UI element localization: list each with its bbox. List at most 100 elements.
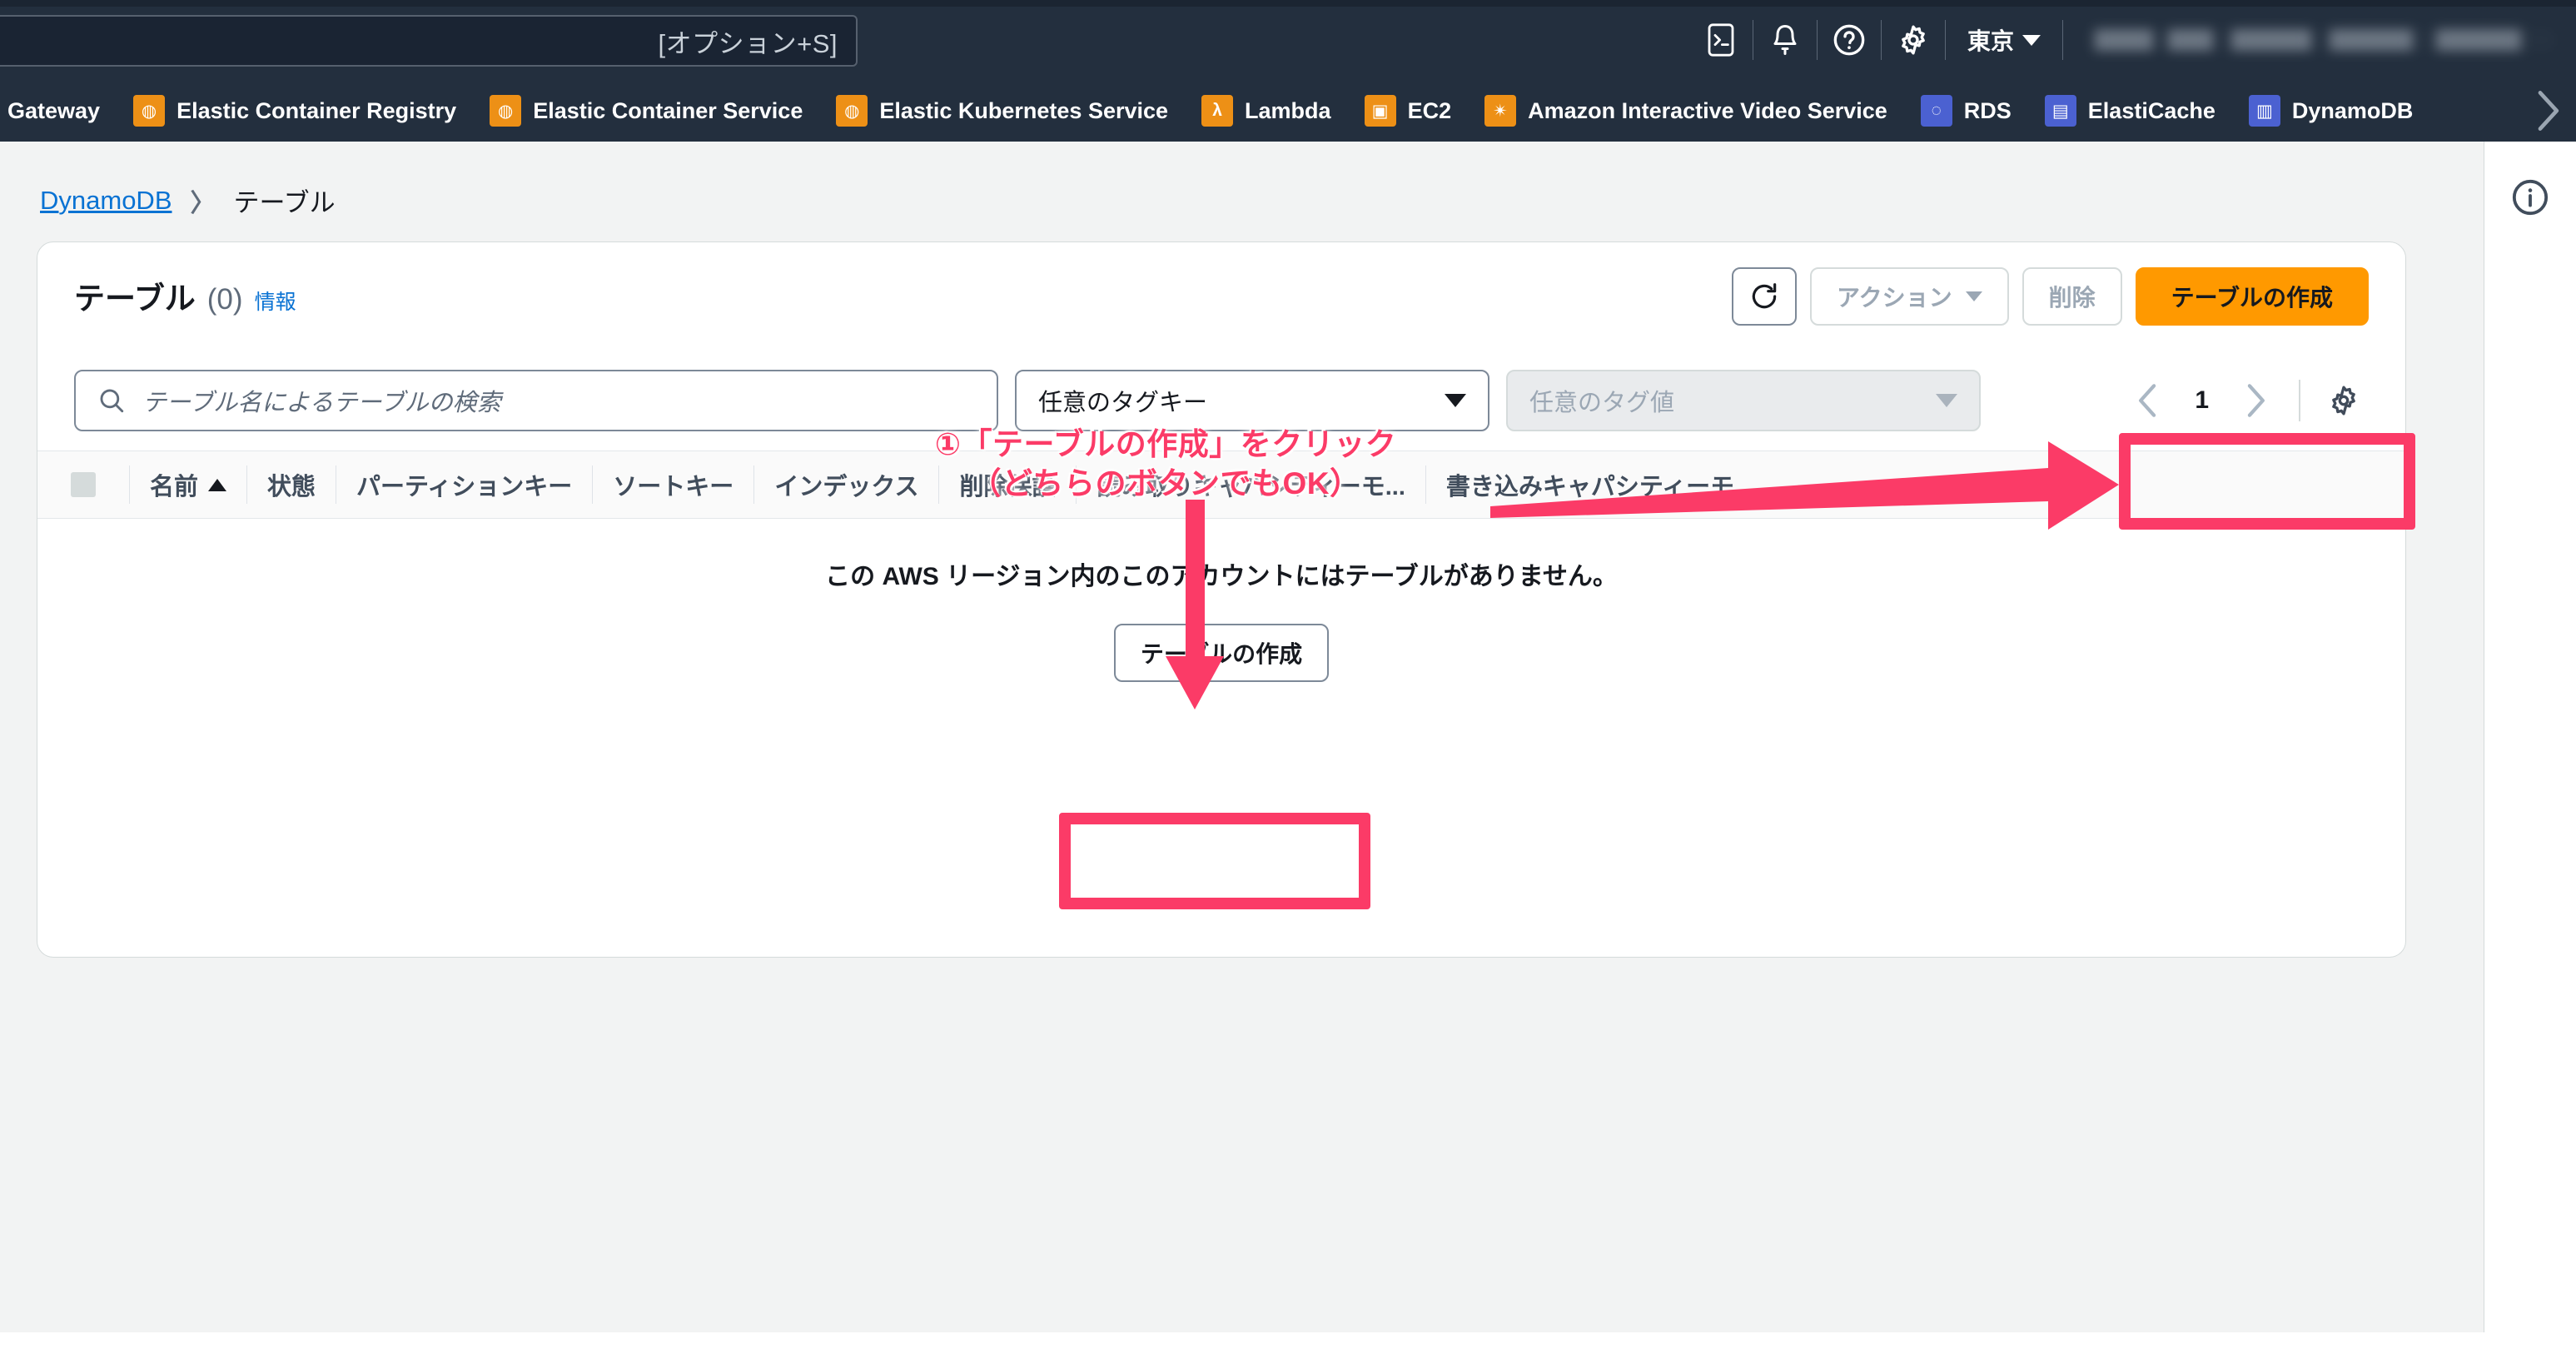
ecr-service-icon: ◍: [133, 95, 166, 127]
chevron-down-icon: [2022, 34, 2041, 46]
annotation-text: ①「テーブルの作成」をクリック （どちらのボタンでもOK）: [849, 425, 1482, 504]
empty-state: この AWS リージョン内のこのアカウントにはテーブルがありません。 テーブルの…: [37, 519, 2405, 719]
gear-icon[interactable]: [1882, 0, 1945, 80]
table-count: (0): [206, 283, 243, 316]
column-header-label: 書き込みキャパシティーモ...: [1445, 474, 1755, 500]
lambda-service-icon: λ: [1201, 95, 1234, 127]
service-nav-item-amazon-interactive-video-service[interactable]: ✴ Amazon Interactive Video Service: [1468, 80, 1904, 142]
service-nav-item-api-gateway[interactable]: PI Gateway: [0, 80, 117, 142]
cloudshell-icon[interactable]: [1689, 0, 1753, 80]
service-nav-item-dynamodb[interactable]: ▥ DynamoDB: [2232, 80, 2430, 142]
breadcrumb-item-tables: テーブル: [233, 188, 336, 217]
global-search-shortcut-hint: [オプション+S]: [658, 28, 838, 58]
elasticache-service-icon: ▤: [2044, 95, 2076, 127]
service-nav-item-elasticache[interactable]: ▤ ElastiCache: [2028, 80, 2232, 142]
info-link[interactable]: 情報: [255, 286, 296, 316]
service-nav-label: EC2: [1407, 97, 1452, 123]
service-nav-label: Elastic Kubernetes Service: [879, 97, 1169, 123]
column-header-label: 名前: [150, 474, 199, 500]
sort-ascending-icon: [208, 478, 227, 491]
table-preferences-gear-icon[interactable]: [2319, 376, 2369, 426]
help-panel-rail: [2484, 142, 2576, 1332]
column-header-label: 状態: [267, 474, 316, 500]
service-nav-label: DynamoDB: [2291, 97, 2414, 123]
search-input-placeholder: テーブル名によるテーブルの検索: [142, 390, 501, 416]
chevron-down-icon: [1936, 394, 1957, 407]
service-nav-bar: PI Gateway ◍ Elastic Container Registry …: [0, 80, 2576, 142]
column-header-name[interactable]: 名前: [130, 451, 246, 519]
service-nav-label: ElastiCache: [2087, 97, 2215, 123]
delete-button[interactable]: 削除: [2022, 267, 2122, 326]
column-header-partition-key[interactable]: パーティションキー: [336, 451, 592, 519]
annotation-line-1: ①「テーブルの作成」をクリック: [934, 427, 1397, 461]
dynamodb-service-icon: ▥: [2248, 95, 2280, 127]
service-nav-item-elastic-kubernetes-service[interactable]: ◍ Elastic Kubernetes Service: [819, 80, 1185, 142]
page-title-text: テーブル: [74, 281, 196, 316]
delete-button-label: 削除: [2048, 285, 2096, 311]
pagination-next-button[interactable]: [2230, 376, 2280, 426]
region-selector[interactable]: 東京: [1946, 0, 2062, 80]
chevron-right-icon: 〉: [190, 189, 216, 217]
column-header-label: パーティションキー: [356, 474, 573, 500]
create-table-button-secondary[interactable]: テーブルの作成: [1113, 624, 1330, 682]
ec2-service-icon: ▣: [1364, 95, 1396, 127]
breadcrumb: DynamoDB 〉 テーブル: [40, 182, 336, 219]
ivs-service-icon: ✴: [1484, 95, 1517, 127]
global-search-input[interactable]: [オプション+S]: [0, 15, 858, 67]
info-circle-icon[interactable]: [2511, 178, 2549, 1332]
create-table-primary-label: テーブルの作成: [2171, 285, 2333, 311]
service-nav-label: PI Gateway: [0, 97, 101, 123]
create-table-button-primary[interactable]: テーブルの作成: [2135, 267, 2369, 326]
tables-panel: テーブル (0) 情報 アクション 削除 テーブルの作成 テーブル名によるテーブ…: [37, 241, 2406, 958]
select-all-checkbox[interactable]: [37, 451, 129, 519]
empty-state-message: この AWS リージョン内のこのアカウントにはテーブルがありません。: [825, 563, 1618, 590]
tag-key-select[interactable]: 任意のタグキー: [1015, 370, 1489, 431]
column-header-status[interactable]: 状態: [247, 451, 336, 519]
chevron-down-icon: [1445, 394, 1466, 407]
service-nav-item-rds[interactable]: ◌ RDS: [1904, 80, 2028, 142]
search-icon: [100, 389, 124, 413]
aws-top-header: [オプション+S] 東京: [0, 0, 2576, 80]
pagination-divider: [2299, 380, 2300, 421]
chevron-down-icon: [1965, 291, 1982, 301]
service-nav-item-elastic-container-registry[interactable]: ◍ Elastic Container Registry: [117, 80, 473, 142]
account-menu[interactable]: [2063, 0, 2576, 80]
tag-value-select-value: 任意のタグ値: [1529, 390, 1675, 416]
checkbox-icon: [71, 472, 96, 497]
page-title: テーブル (0) 情報: [74, 273, 296, 318]
help-icon[interactable]: [1818, 0, 1881, 80]
service-nav-label: RDS: [1963, 97, 2012, 123]
rds-service-icon: ◌: [1920, 95, 1952, 127]
dynamodb-tables-page: [オプション+S] 東京 Gateway ◍ Elastic Container…: [0, 0, 2576, 1369]
main-content: DynamoDB 〉 テーブル テーブル (0) 情報 アクション 削除 テーブ…: [0, 142, 2484, 1332]
service-nav-item-lambda[interactable]: λ Lambda: [1185, 80, 1348, 142]
account-name-redacted: [2088, 29, 2554, 51]
page-bottom-strip: [0, 1332, 2576, 1369]
column-header-sort-key[interactable]: ソートキー: [593, 451, 753, 519]
header-right-cluster: 東京: [1689, 0, 2576, 80]
service-nav-item-elastic-container-service[interactable]: ◍ Elastic Container Service: [473, 80, 819, 142]
pagination-prev-button[interactable]: [2123, 376, 2173, 426]
breadcrumb-item-dynamodb[interactable]: DynamoDB: [40, 186, 172, 216]
service-nav-label: Elastic Container Registry: [177, 97, 457, 123]
chevron-right-icon[interactable]: [2526, 80, 2569, 142]
pagination: 1: [2123, 366, 2369, 436]
annotation-line-2: （どちらのボタンでもOK）: [970, 466, 1361, 501]
search-input[interactable]: テーブル名によるテーブルの検索: [74, 370, 998, 431]
bell-icon[interactable]: [1753, 0, 1817, 80]
tag-value-select[interactable]: 任意のタグ値: [1506, 370, 1981, 431]
tag-key-select-value: 任意のタグキー: [1038, 390, 1208, 416]
refresh-button[interactable]: [1732, 267, 1798, 326]
service-nav-item-ec2[interactable]: ▣ EC2: [1348, 80, 1469, 142]
tables-panel-header: テーブル (0) 情報 アクション 削除 テーブルの作成: [37, 242, 2405, 349]
region-label: 東京: [1967, 28, 2014, 54]
service-nav-label: Elastic Container Service: [533, 97, 803, 123]
service-nav-label: Lambda: [1245, 97, 1331, 123]
panel-action-buttons: アクション 削除 テーブルの作成: [1732, 267, 2369, 326]
actions-dropdown-label: アクション: [1837, 285, 1952, 311]
column-header-label: ソートキー: [613, 474, 734, 500]
actions-dropdown-button[interactable]: アクション: [1810, 267, 2009, 326]
ecs-service-icon: ◍: [490, 95, 522, 127]
pagination-page-number[interactable]: 1: [2180, 386, 2224, 415]
create-table-secondary-label: テーブルの作成: [1140, 641, 1303, 667]
